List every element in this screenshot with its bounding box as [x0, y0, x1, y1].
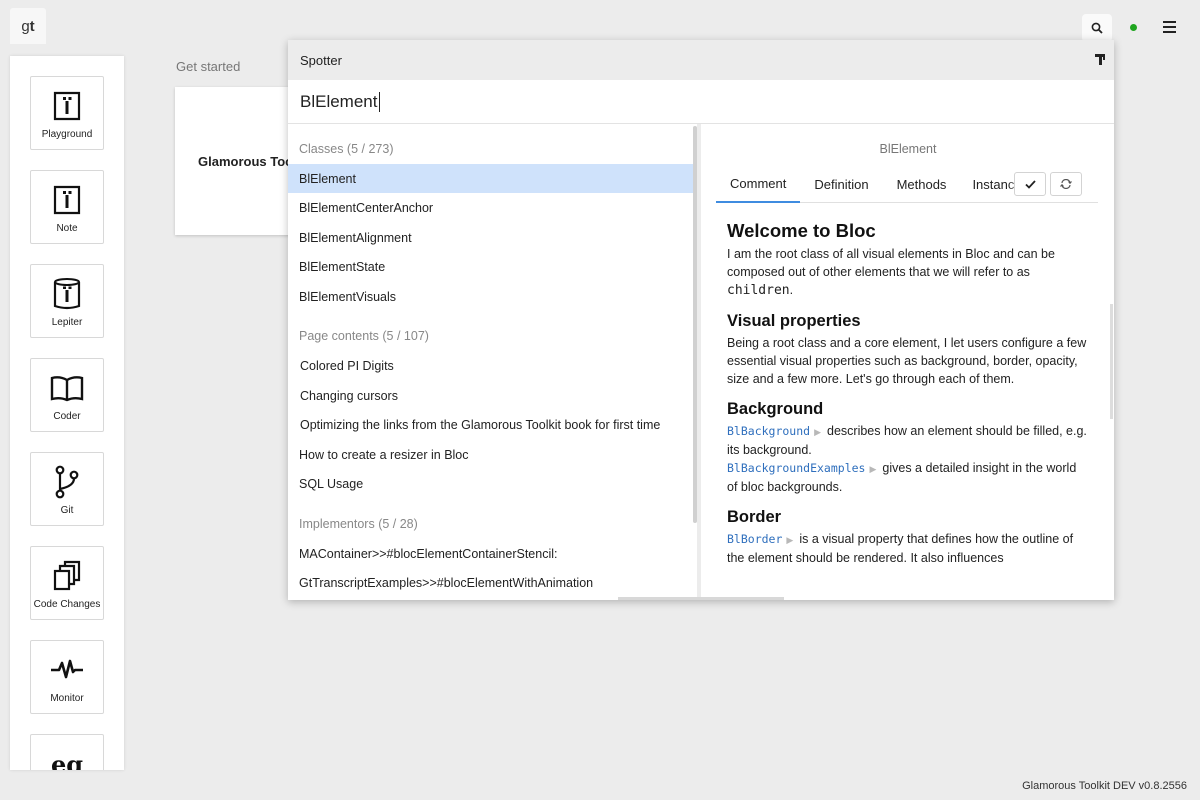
accept-button[interactable]	[1014, 172, 1046, 196]
tab-comment[interactable]: Comment	[716, 167, 801, 203]
sidebar-item-label: Playground	[41, 129, 93, 140]
spotter-title: Spotter	[300, 52, 342, 68]
result-item[interactable]: BlElementCenterAnchor	[288, 193, 695, 222]
search-query-text: BlElement	[300, 91, 378, 111]
sidebar-item-examples[interactable]: eg	[30, 734, 104, 770]
sidebar-item-label: Note	[56, 223, 78, 234]
result-item[interactable]: How to create a resizer in Bloc	[288, 440, 695, 469]
sidebar-item-lepiter[interactable]: Lepiter	[30, 264, 104, 338]
group-title-classes: Classes (5 / 273)	[299, 142, 394, 156]
page-title: Get started	[176, 59, 241, 74]
sidebar-item-label: Monitor	[50, 693, 84, 704]
status-dot-icon	[1130, 24, 1137, 31]
preview-title: BlElement	[879, 142, 937, 156]
book-icon	[50, 376, 84, 402]
refresh-icon	[1060, 179, 1072, 189]
sidebar-item-label: Coder	[53, 411, 81, 422]
sidebar-item-label: Code Changes	[33, 599, 101, 610]
lepiter-icon	[53, 278, 81, 310]
doc-heading-border: Border	[727, 508, 782, 526]
code-children: children	[727, 283, 790, 298]
pin-icon[interactable]	[1094, 53, 1106, 65]
doc-paragraph: BlBorder ▶ is a visual property that defin…	[727, 532, 1074, 565]
playground-icon	[53, 91, 81, 121]
checkmark-icon	[1024, 179, 1036, 189]
class-link-blborder[interactable]: BlBorder	[727, 532, 782, 546]
result-item[interactable]: Optimizing the links from the Glamorous …	[288, 410, 695, 439]
doc-heading-welcome: Welcome to Bloc	[727, 220, 876, 241]
group-title-page-contents: Page contents (5 / 107)	[299, 329, 429, 343]
class-comment-document: Welcome to Bloc I am the root class of a…	[727, 220, 1089, 567]
spotter-search-input[interactable]: BlElement	[288, 80, 1114, 124]
result-item[interactable]: BlElementState	[288, 252, 695, 281]
logo-t: t	[29, 17, 35, 35]
spotter-panel: Spotter BlElement Classes (5 / 273) BlEl…	[288, 40, 1114, 600]
doc-heading-background: Background	[727, 400, 824, 418]
sidebar-item-monitor[interactable]: Monitor	[30, 640, 104, 714]
sidebar-item-playground[interactable]: Playground	[30, 76, 104, 150]
search-icon	[1091, 22, 1103, 34]
class-link-blbackgroundexamples[interactable]: BlBackgroundExamples	[727, 461, 865, 475]
expand-triangle-icon[interactable]: ▶	[869, 464, 876, 474]
home-tab[interactable]: gt	[10, 8, 46, 44]
tab-methods[interactable]: Methods	[883, 167, 961, 203]
expand-triangle-icon[interactable]: ▶	[814, 427, 821, 437]
group-title-implementors: Implementors (5 / 28)	[299, 517, 418, 531]
sidebar-item-label: Lepiter	[51, 317, 83, 328]
sidebar: Playground Note Lepiter Coder Git Code C…	[10, 56, 124, 770]
expand-triangle-icon[interactable]: ▶	[786, 535, 793, 545]
code-changes-icon	[53, 560, 81, 591]
result-item[interactable]: GtTranscriptExamples>>#blocElementWithAn…	[288, 568, 695, 597]
sidebar-item-git[interactable]: Git	[30, 452, 104, 526]
hamburger-menu-icon[interactable]	[1163, 21, 1176, 33]
sidebar-item-coder[interactable]: Coder	[30, 358, 104, 432]
horizontal-scrollbar[interactable]	[618, 597, 784, 600]
note-icon	[53, 185, 81, 215]
result-item[interactable]: BlElementAlignment	[288, 223, 695, 252]
preview-pane: BlElement Comment Definition Methods Ins…	[702, 124, 1114, 600]
monitor-pulse-icon	[51, 659, 83, 679]
class-link-blbackground[interactable]: BlBackground	[727, 424, 810, 438]
tab-definition[interactable]: Definition	[800, 167, 882, 203]
doc-paragraph: BlBackgroundExamples ▶ gives a detailed in…	[727, 461, 1077, 494]
doc-paragraph: I am the root class of all visual elemen…	[727, 247, 1055, 298]
sidebar-item-note[interactable]: Note	[30, 170, 104, 244]
version-label: Glamorous Toolkit DEV v0.8.2556	[1022, 780, 1187, 792]
pane-divider[interactable]	[697, 124, 701, 600]
refresh-button[interactable]	[1050, 172, 1082, 196]
git-branch-icon	[55, 465, 79, 499]
result-item[interactable]: BlElement	[288, 164, 695, 193]
result-item[interactable]: BlElementVisuals	[288, 282, 695, 311]
result-item[interactable]: MAContainer>>#blocElementContainerStenci…	[288, 539, 695, 568]
result-item[interactable]: Changing cursors	[288, 381, 695, 410]
spotter-button[interactable]	[1082, 14, 1112, 42]
sidebar-item-label: Git	[60, 505, 74, 516]
doc-heading-visual-properties: Visual properties	[727, 312, 861, 330]
sidebar-item-code-changes[interactable]: Code Changes	[30, 546, 104, 620]
examples-icon: eg	[50, 749, 84, 771]
preview-scrollbar[interactable]	[1110, 304, 1113, 419]
spotter-header: Spotter	[288, 40, 1114, 80]
doc-paragraph: Being a root class and a core element, I…	[727, 336, 1087, 386]
text-caret	[379, 91, 381, 112]
results-list: Classes (5 / 273) BlElement BlElementCen…	[288, 124, 695, 600]
result-item[interactable]: Colored PI Digits	[288, 351, 695, 380]
result-item[interactable]: SQL Usage	[288, 469, 695, 498]
logo-g: g	[21, 17, 30, 35]
doc-paragraph: BlBackground ▶ describes how an element sh…	[727, 424, 1087, 457]
